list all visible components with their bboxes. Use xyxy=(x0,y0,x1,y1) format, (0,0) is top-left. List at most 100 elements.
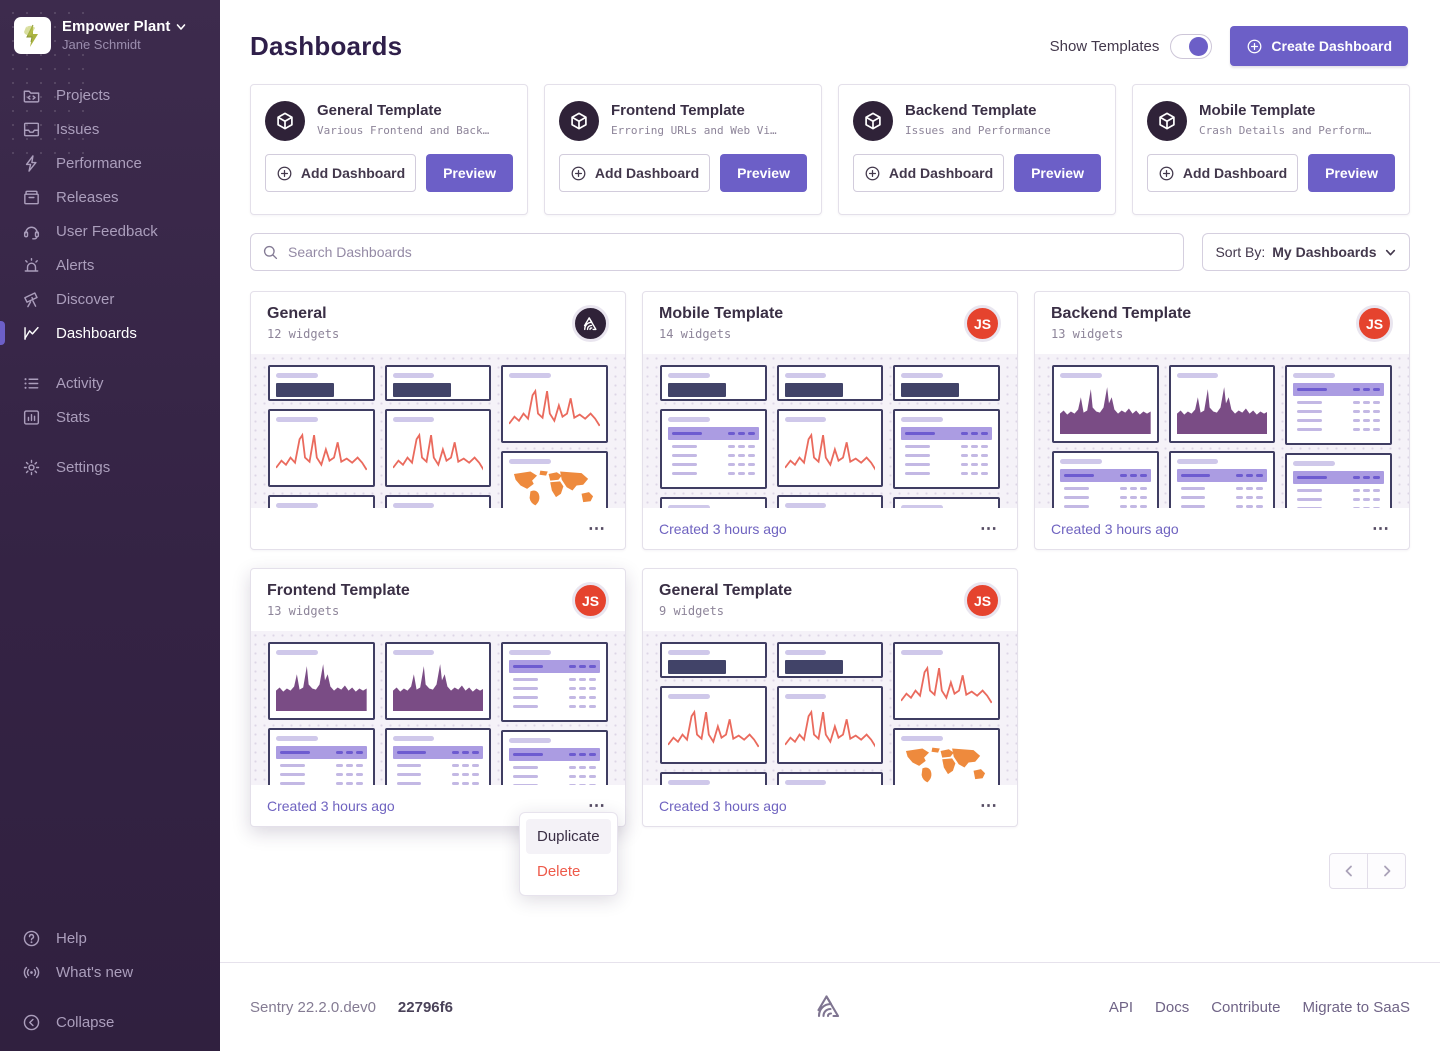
mini-widget-bignumber xyxy=(268,495,375,508)
dashboard-card-general-template[interactable]: General Template 9 widgets JS Created 3 … xyxy=(642,568,1018,827)
preview-button[interactable]: Preview xyxy=(720,154,807,192)
dashboard-title: General Template xyxy=(659,582,964,600)
org-name: Empower Plant xyxy=(62,18,170,37)
dashboard-title: Backend Template xyxy=(1051,305,1356,323)
mini-widget-line-chart xyxy=(893,642,1000,720)
previous-page-button[interactable] xyxy=(1329,853,1368,889)
dashboard-widget-count: 12 widgets xyxy=(267,327,572,341)
mini-widget-area-chart xyxy=(268,642,375,720)
sidebar-item-help[interactable]: Help xyxy=(0,921,220,955)
mini-widget-bignumber xyxy=(893,497,1000,508)
template-description: Issues and Performance xyxy=(905,124,1051,137)
dashboard-card-backend-template[interactable]: Backend Template 13 widgets JS Created 3… xyxy=(1034,291,1410,550)
dashboard-widget-count: 14 widgets xyxy=(659,327,964,341)
preview-button[interactable]: Preview xyxy=(426,154,513,192)
cube-icon xyxy=(1147,101,1187,141)
template-card-frontend-template: Frontend Template Erroring URLs and Web … xyxy=(544,84,822,215)
mini-widget-line-chart xyxy=(660,686,767,764)
sidebar-item-what-s-new[interactable]: What's new xyxy=(0,955,220,989)
template-title: Backend Template xyxy=(905,102,1051,119)
stats-icon xyxy=(21,407,41,427)
search-input[interactable] xyxy=(288,244,1172,260)
sidebar-item-projects[interactable]: Projects xyxy=(0,78,220,112)
org-avatar xyxy=(14,17,51,54)
sidebar-item-activity[interactable]: Activity xyxy=(0,366,220,400)
menu-item-duplicate[interactable]: Duplicate xyxy=(526,819,611,854)
plus-circle-icon xyxy=(1246,38,1263,55)
dashboard-widget-count: 13 widgets xyxy=(1051,327,1356,341)
show-templates-label: Show Templates xyxy=(1050,38,1160,55)
mini-widget-table xyxy=(1052,451,1159,508)
footer-link-migrate-to-saas[interactable]: Migrate to SaaS xyxy=(1302,999,1410,1016)
next-page-button[interactable] xyxy=(1367,853,1406,889)
template-title: Frontend Template xyxy=(611,102,777,119)
template-description: Various Frontend and Back… xyxy=(317,124,489,137)
sidebar-item-dashboards[interactable]: Dashboards xyxy=(0,316,220,350)
dashboard-widget-count: 9 widgets xyxy=(659,604,964,618)
main-content: Dashboards Show Templates Create Dashboa… xyxy=(220,0,1440,1051)
broadcast-icon xyxy=(21,962,41,982)
dashboard-card-mobile-template[interactable]: Mobile Template 14 widgets JS Created 3 … xyxy=(642,291,1018,550)
dashboard-widget-count: 13 widgets xyxy=(267,604,572,618)
card-context-menu-button[interactable]: ⋯ xyxy=(1370,520,1393,538)
mini-widget-bignumber xyxy=(893,365,1000,401)
show-templates-toggle[interactable] xyxy=(1170,34,1212,59)
sentry-avatar xyxy=(572,305,609,342)
template-title: General Template xyxy=(317,102,489,119)
mini-widget-bignumber xyxy=(385,495,492,508)
dashboard-title: Frontend Template xyxy=(267,582,572,600)
dashboard-card-frontend-template[interactable]: Frontend Template 13 widgets JS Created … xyxy=(250,568,626,827)
pagination xyxy=(1329,853,1406,889)
create-dashboard-button[interactable]: Create Dashboard xyxy=(1230,26,1408,66)
mini-widget-table xyxy=(1285,453,1392,508)
sidebar-item-issues[interactable]: Issues xyxy=(0,112,220,146)
org-switcher[interactable]: Empower Plant Jane Schmidt xyxy=(0,0,220,68)
sidebar-item-stats[interactable]: Stats xyxy=(0,400,220,434)
sidebar-item-releases[interactable]: Releases xyxy=(0,180,220,214)
card-context-menu-button[interactable]: ⋯ xyxy=(586,520,609,538)
issues-icon xyxy=(21,119,41,139)
created-timestamp: Created 3 hours ago xyxy=(1051,521,1179,537)
dashboard-grid: General 12 widgets ⋯ Mobile Template 14 … xyxy=(220,271,1440,827)
sidebar-item-user-feedback[interactable]: User Feedback xyxy=(0,214,220,248)
discover-icon xyxy=(21,289,41,309)
mini-widget-bignumber xyxy=(777,495,884,508)
add-dashboard-button[interactable]: Add Dashboard xyxy=(853,154,1004,192)
footer-links: API Docs Contribute Migrate to SaaS xyxy=(1010,999,1410,1016)
card-context-menu-button[interactable]: ⋯ xyxy=(978,520,1001,538)
feedback-icon xyxy=(21,221,41,241)
dashboard-card-general[interactable]: General 12 widgets ⋯ xyxy=(250,291,626,550)
footer-build-hash[interactable]: 22796f6 xyxy=(398,999,453,1016)
add-dashboard-button[interactable]: Add Dashboard xyxy=(265,154,416,192)
mini-widget-bignumber xyxy=(777,365,884,401)
footer-link-contribute[interactable]: Contribute xyxy=(1211,999,1280,1016)
template-title: Mobile Template xyxy=(1199,102,1371,119)
sentry-logo xyxy=(650,989,1010,1025)
sidebar-item-alerts[interactable]: Alerts xyxy=(0,248,220,282)
settings-icon xyxy=(21,457,41,477)
mini-widget-table xyxy=(501,730,608,785)
created-timestamp: Created 3 hours ago xyxy=(659,521,787,537)
sidebar-item-settings[interactable]: Settings xyxy=(0,450,220,484)
add-dashboard-button[interactable]: Add Dashboard xyxy=(559,154,710,192)
card-context-menu-button[interactable]: ⋯ xyxy=(978,797,1001,815)
footer-link-api[interactable]: API xyxy=(1109,999,1133,1016)
menu-item-delete[interactable]: Delete xyxy=(526,854,611,889)
preview-button[interactable]: Preview xyxy=(1308,154,1395,192)
sidebar-item-collapse[interactable]: Collapse xyxy=(0,1005,220,1039)
performance-icon xyxy=(21,153,41,173)
preview-button[interactable]: Preview xyxy=(1014,154,1101,192)
sidebar-item-performance[interactable]: Performance xyxy=(0,146,220,180)
dashboard-title: General xyxy=(267,305,572,323)
add-dashboard-button[interactable]: Add Dashboard xyxy=(1147,154,1298,192)
search-icon xyxy=(262,244,279,261)
user-name: Jane Schmidt xyxy=(62,37,187,53)
mini-widget-table xyxy=(268,728,375,785)
show-templates-control: Show Templates xyxy=(1050,34,1213,59)
mini-widget-bignumber xyxy=(777,772,884,785)
footer-link-docs[interactable]: Docs xyxy=(1155,999,1189,1016)
sort-by-dropdown[interactable]: Sort By: My Dashboards xyxy=(1202,233,1410,271)
dashboard-preview xyxy=(643,354,1017,508)
projects-icon xyxy=(21,85,41,105)
sidebar-item-discover[interactable]: Discover xyxy=(0,282,220,316)
